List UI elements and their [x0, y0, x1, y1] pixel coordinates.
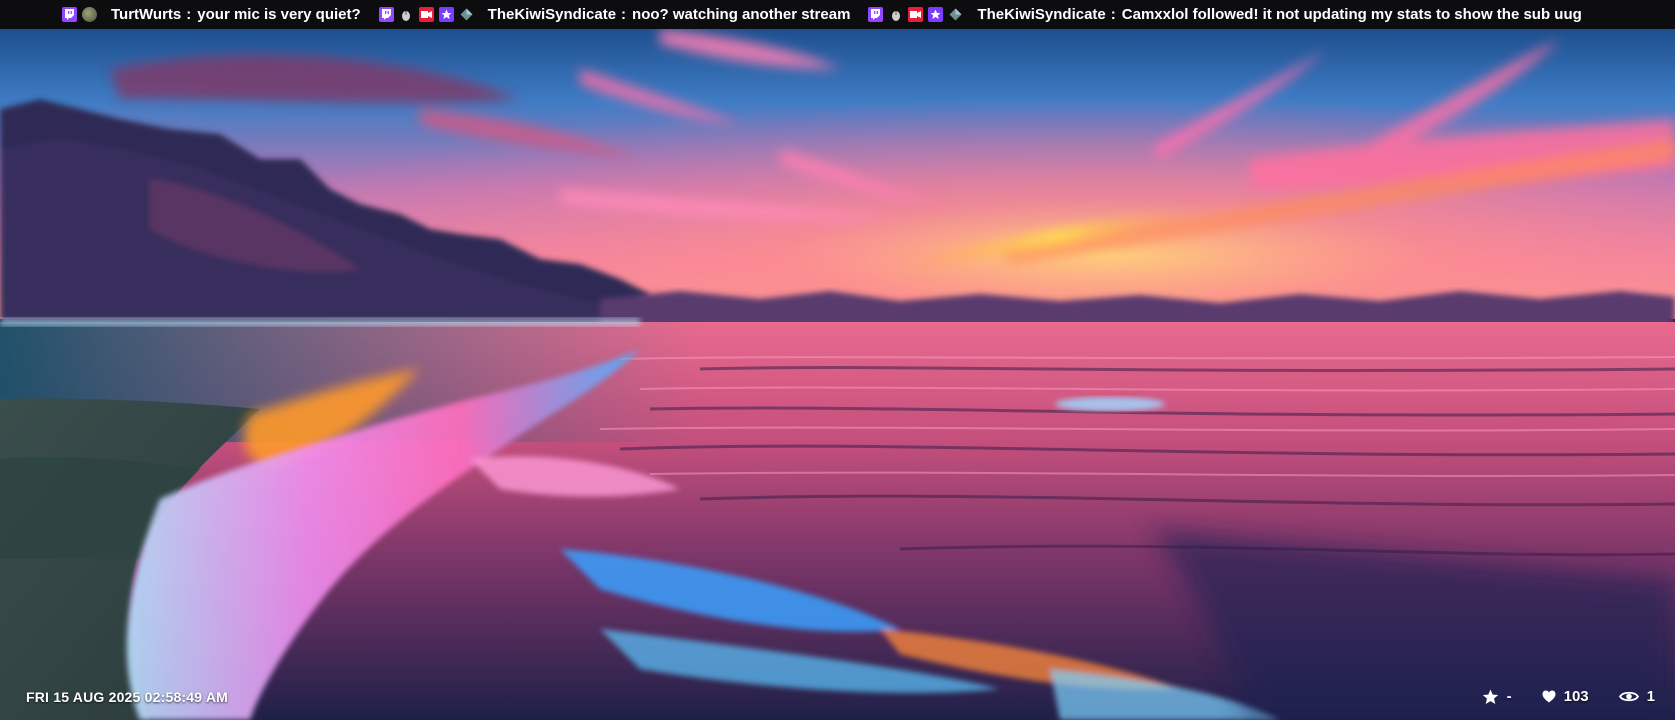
chat-ticker: TurtWurts : your mic is very quiet? TheK…	[0, 0, 1675, 29]
star-stat: -	[1482, 688, 1512, 705]
star-icon	[1482, 689, 1498, 704]
chat-text: noo? watching another stream	[632, 6, 851, 23]
prime-star-icon	[438, 7, 454, 22]
likes-stat: 103	[1542, 688, 1589, 705]
stream-overlay: TurtWurts : your mic is very quiet? TheK…	[0, 0, 1675, 720]
viewers-stat: 1	[1618, 688, 1655, 705]
video-icon	[908, 7, 924, 22]
chat-text: your mic is very quiet?	[197, 6, 361, 23]
twitch-icon	[378, 7, 394, 22]
chat-separator: :	[186, 6, 192, 23]
eye-icon	[1618, 691, 1639, 702]
stream-stats: - 103 1	[1452, 688, 1655, 705]
chat-separator: :	[621, 6, 627, 23]
date-time-clock: FRI 15 AUG 2025 02:58:49 AM	[26, 689, 229, 705]
twitch-icon	[868, 7, 884, 22]
chat-ticker-track: TurtWurts : your mic is very quiet? TheK…	[62, 0, 1600, 29]
chat-separator: :	[1110, 6, 1116, 23]
chat-text: Camxxlol followed! it not updating my st…	[1121, 6, 1582, 23]
heart-icon	[1542, 690, 1556, 703]
gem-icon	[459, 7, 474, 22]
prime-star-icon	[928, 7, 944, 22]
mouse-icon	[888, 7, 903, 22]
mouse-icon	[399, 7, 414, 22]
likes-count: 103	[1563, 688, 1589, 705]
chat-message: TurtWurts : your mic is very quiet?	[62, 6, 361, 23]
chat-username: TheKiwiSyndicate	[487, 6, 617, 23]
sunset-beach-scene	[0, 29, 1675, 720]
chat-username: TurtWurts	[111, 6, 182, 23]
chat-message: TheKiwiSyndicate : noo? watching another…	[378, 6, 851, 23]
gem-icon	[948, 7, 963, 22]
viewers-count: 1	[1646, 688, 1655, 705]
star-stat-value: -	[1506, 688, 1512, 705]
chat-message: TheKiwiSyndicate : Camxxlol followed! it…	[868, 6, 1582, 23]
video-icon	[418, 7, 434, 22]
twitch-icon	[62, 7, 77, 22]
chat-username: TheKiwiSyndicate	[977, 6, 1106, 23]
moss-avatar-icon	[82, 7, 97, 22]
